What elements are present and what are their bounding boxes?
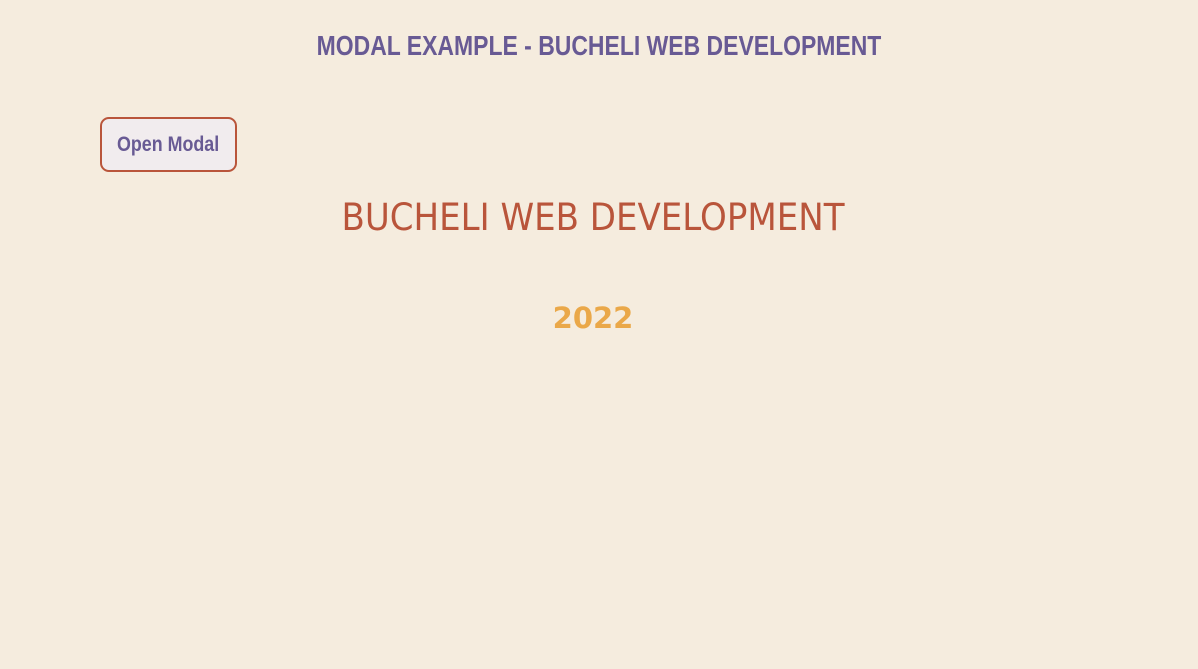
year-text: 2022 (552, 301, 634, 335)
open-modal-button[interactable]: Open Modal (100, 117, 237, 172)
brand-heading: BUCHELI WEB DEVELOPMENT (341, 196, 845, 239)
open-modal-button-label: Open Modal (117, 132, 220, 156)
page-title: MODAL EXAMPLE - BUCHELI WEB DEVELOPMENT (316, 30, 882, 61)
